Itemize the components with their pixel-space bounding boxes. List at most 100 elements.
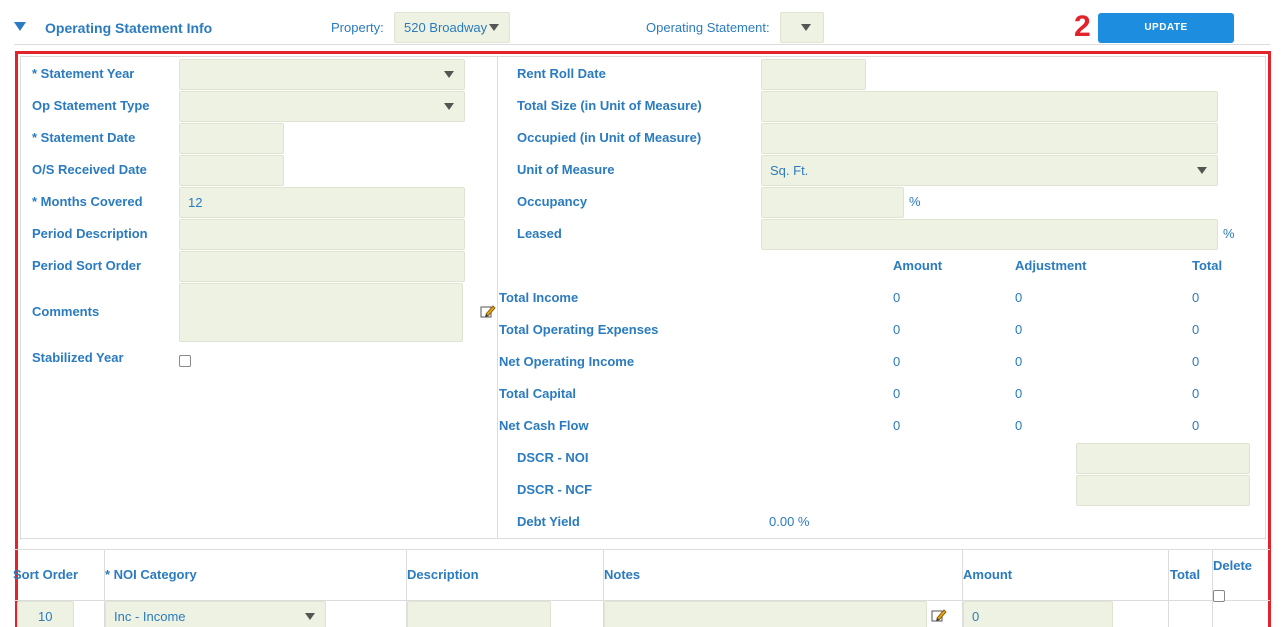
os-received-date-input[interactable] [179, 155, 284, 186]
panel-left-border [20, 56, 21, 540]
summary-row-label: Total Capital [499, 386, 577, 401]
dscr-noi-label: DSCR - NOI [517, 450, 589, 465]
summary-row-total: 0 [1192, 290, 1200, 305]
column-header-amount: Amount [963, 567, 1013, 582]
occupancy-label: Occupancy [517, 194, 588, 209]
debt-yield-label: Debt Yield [517, 514, 580, 529]
rent-roll-date-input[interactable] [761, 59, 866, 90]
occupancy-input[interactable] [761, 187, 904, 218]
stabilized-year-checkbox[interactable] [179, 355, 191, 367]
occupied-label: Occupied (in Unit of Measure) [517, 130, 702, 145]
column-header-total: Total [1170, 567, 1201, 582]
debt-yield-value: 0.00 % [769, 514, 810, 529]
summary-row-amount: 0 [893, 386, 901, 401]
column-header-description: Description [407, 567, 479, 582]
panel-top-border [20, 56, 1266, 57]
column-divider [497, 56, 498, 538]
panel-right-border [1265, 56, 1266, 540]
property-label: Property: [331, 20, 384, 35]
occupied-input[interactable] [761, 123, 1218, 154]
dscr-ncf-input[interactable] [1076, 475, 1250, 506]
column-header-noi-category: * NOI Category [105, 567, 197, 582]
summary-row-label: Net Operating Income [499, 354, 635, 369]
stabilized-year-label: Stabilized Year [32, 350, 124, 365]
comments-label: Comments [32, 304, 100, 319]
period-description-input[interactable] [179, 219, 465, 250]
statement-date-label: * Statement Date [32, 130, 136, 145]
statement-year-select[interactable] [179, 59, 465, 90]
row-amount-input[interactable]: 0 [963, 601, 1113, 627]
summary-row-amount: 0 [893, 290, 901, 305]
months-covered-input[interactable]: 12 [179, 187, 465, 218]
row-notes-input[interactable] [604, 601, 927, 627]
summary-row-label: Total Income [499, 290, 579, 305]
leased-input[interactable] [761, 219, 1218, 250]
summary-row-adjustment: 0 [1015, 322, 1023, 337]
unit-of-measure-label: Unit of Measure [517, 162, 615, 177]
summary-header-amount: Amount [893, 258, 943, 273]
table-top-border [14, 549, 1270, 550]
summary-row-amount: 0 [893, 354, 901, 369]
op-statement-type-select[interactable] [179, 91, 465, 122]
edit-note-icon[interactable] [480, 304, 496, 318]
period-description-label: Period Description [32, 226, 148, 241]
delete-all-checkbox[interactable] [1213, 590, 1225, 602]
chevron-down-icon [1197, 167, 1207, 174]
summary-header-total: Total [1192, 258, 1223, 273]
summary-row-total: 0 [1192, 418, 1200, 433]
total-size-label: Total Size (in Unit of Measure) [517, 98, 702, 113]
summary-header-adjustment: Adjustment [1015, 258, 1087, 273]
summary-row-adjustment: 0 [1015, 354, 1023, 369]
statement-date-input[interactable] [179, 123, 284, 154]
row-noi-category-select[interactable]: Inc - Income [105, 601, 326, 627]
summary-row-label: Total Operating Expenses [499, 322, 659, 337]
unit-of-measure-value: Sq. Ft. [770, 163, 809, 178]
os-received-date-label: O/S Received Date [32, 162, 147, 177]
leased-unit: % [1223, 226, 1235, 241]
column-header-notes: Notes [604, 567, 641, 582]
summary-row-label: Net Cash Flow [499, 418, 589, 433]
edit-note-icon[interactable] [931, 608, 947, 622]
summary-row-amount: 0 [893, 322, 901, 337]
summary-row-adjustment: 0 [1015, 290, 1023, 305]
rent-roll-date-label: Rent Roll Date [517, 66, 606, 81]
section-title: Operating Statement Info [45, 20, 213, 36]
row-description-input[interactable] [407, 601, 551, 627]
row-noi-category-value: Inc - Income [114, 609, 186, 624]
op-statement-type-label: Op Statement Type [32, 98, 150, 113]
months-covered-label: * Months Covered [32, 194, 143, 209]
summary-row-total: 0 [1192, 322, 1200, 337]
summary-row-total: 0 [1192, 386, 1200, 401]
column-header-sort-order: Sort Order [13, 567, 79, 582]
update-button-label: UPDATE [1144, 22, 1188, 33]
operating-statement-label: Operating Statement: [646, 20, 770, 35]
chevron-down-icon [444, 71, 454, 78]
chevron-down-icon [444, 103, 454, 110]
annotation-label-2: 2 [1074, 10, 1091, 43]
comments-textarea[interactable] [179, 283, 463, 342]
chevron-down-icon [801, 24, 811, 31]
chevron-down-icon [305, 613, 315, 620]
summary-row-total: 0 [1192, 354, 1200, 369]
occupancy-unit: % [909, 194, 921, 209]
leased-label: Leased [517, 226, 562, 241]
chevron-down-icon [489, 24, 499, 31]
dscr-ncf-label: DSCR - NCF [517, 482, 593, 497]
operating-statement-select[interactable] [780, 12, 824, 43]
summary-row-adjustment: 0 [1015, 418, 1023, 433]
panel-bottom-border [20, 538, 1266, 539]
dscr-noi-input[interactable] [1076, 443, 1250, 474]
update-button[interactable]: UPDATE [1098, 13, 1234, 43]
summary-row-amount: 0 [893, 418, 901, 433]
unit-of-measure-select[interactable]: Sq. Ft. [761, 155, 1218, 186]
period-sort-order-input[interactable] [179, 251, 465, 282]
table-col-divider [1168, 549, 1169, 627]
summary-row-adjustment: 0 [1015, 386, 1023, 401]
property-select-value: 520 Broadway [404, 20, 488, 35]
total-size-input[interactable] [761, 91, 1218, 122]
property-select[interactable]: 520 Broadway [394, 12, 510, 43]
row-sort-order-input[interactable]: 10 [17, 601, 74, 627]
period-sort-order-label: Period Sort Order [32, 258, 142, 273]
collapse-toggle-icon[interactable] [14, 22, 26, 31]
column-header-delete: Delete [1213, 558, 1253, 573]
